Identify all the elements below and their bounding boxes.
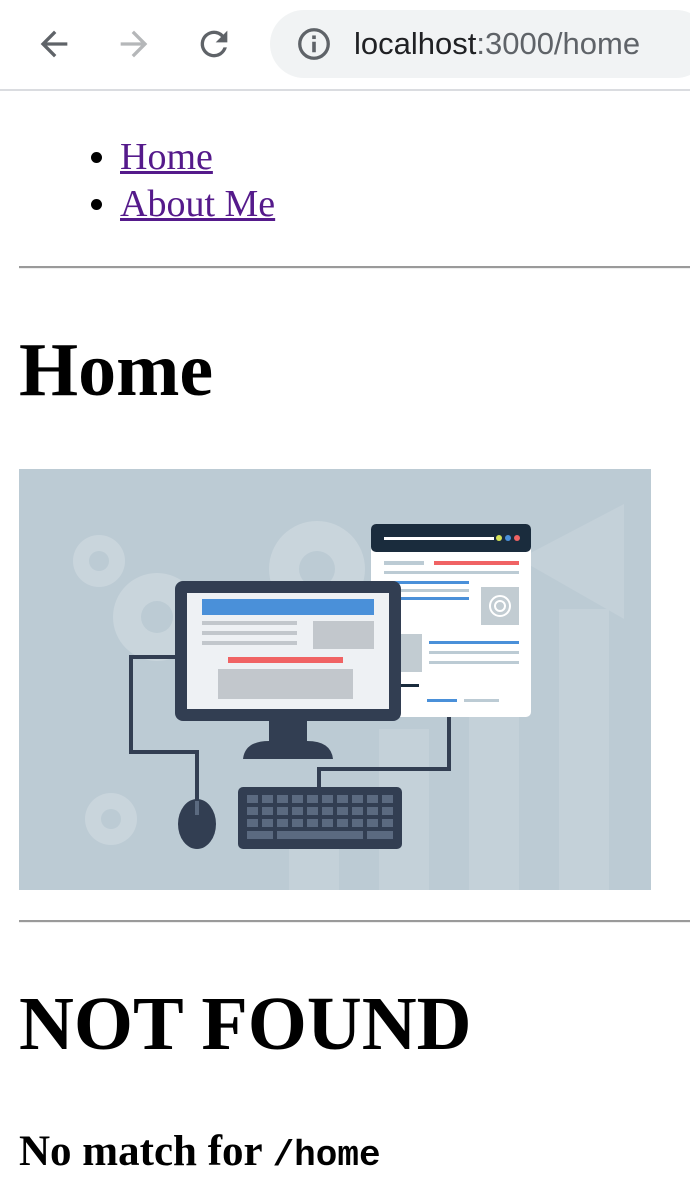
- browser-toolbar: localhost:3000/home: [0, 0, 690, 91]
- no-match-text: No match for: [19, 1128, 273, 1175]
- back-button[interactable]: [30, 20, 78, 68]
- home-link[interactable]: Home: [120, 136, 213, 178]
- about-me-link[interactable]: About Me: [120, 183, 275, 225]
- back-arrow-icon: [40, 30, 68, 58]
- nav-item-home: Home: [120, 134, 275, 181]
- divider: [19, 266, 690, 269]
- hero-image: [19, 469, 651, 890]
- address-bar[interactable]: localhost:3000/home: [270, 10, 690, 78]
- reload-icon: [200, 30, 228, 58]
- forward-button[interactable]: [110, 20, 158, 68]
- not-found-heading: NOT FOUND: [19, 982, 472, 1066]
- info-icon[interactable]: [296, 26, 332, 62]
- no-match-message: No match for /home: [19, 1126, 381, 1182]
- nav-item-about: About Me: [120, 181, 275, 228]
- forward-arrow-icon: [120, 30, 148, 58]
- url-text[interactable]: localhost:3000/home: [354, 26, 640, 62]
- url-path: :3000/home: [476, 26, 641, 61]
- url-host: localhost: [354, 26, 477, 61]
- home-heading: Home: [19, 328, 214, 412]
- divider: [19, 920, 690, 923]
- reload-button[interactable]: [190, 20, 238, 68]
- route-path: /home: [272, 1135, 381, 1176]
- nav-list: Home About Me: [0, 134, 275, 228]
